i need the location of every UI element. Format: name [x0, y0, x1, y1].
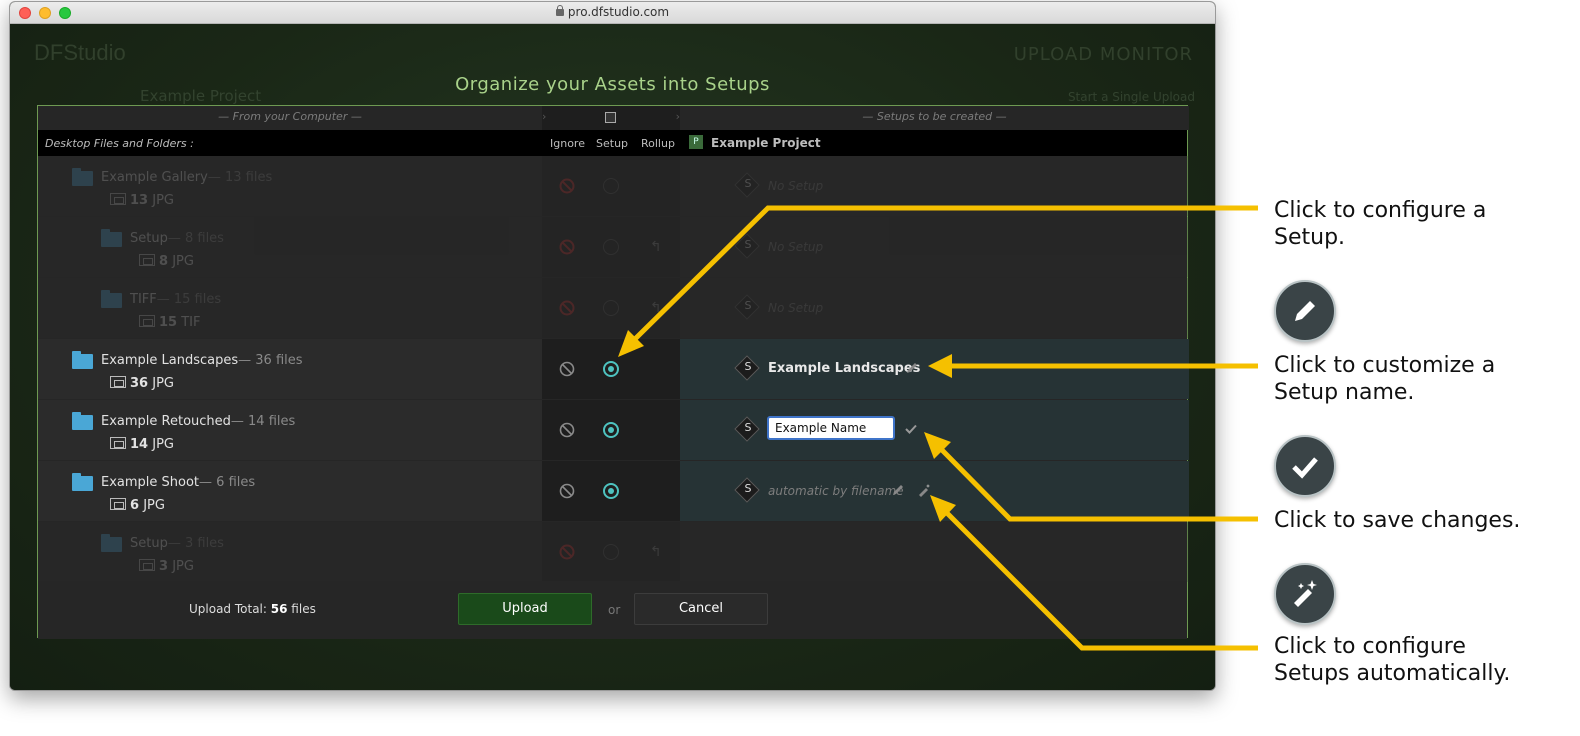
annotation-auto: Click to configure Setups automatically.	[1274, 634, 1511, 686]
pencil-icon	[1274, 280, 1336, 342]
annotation-save: Click to save changes.	[1274, 508, 1521, 533]
annotation-configure: Click to configure a Setup.	[1274, 198, 1487, 250]
annotation-customize: Click to customize a Setup name.	[1274, 353, 1496, 405]
checkmark-icon	[1274, 435, 1336, 497]
magic-wand-icon	[1274, 563, 1336, 625]
